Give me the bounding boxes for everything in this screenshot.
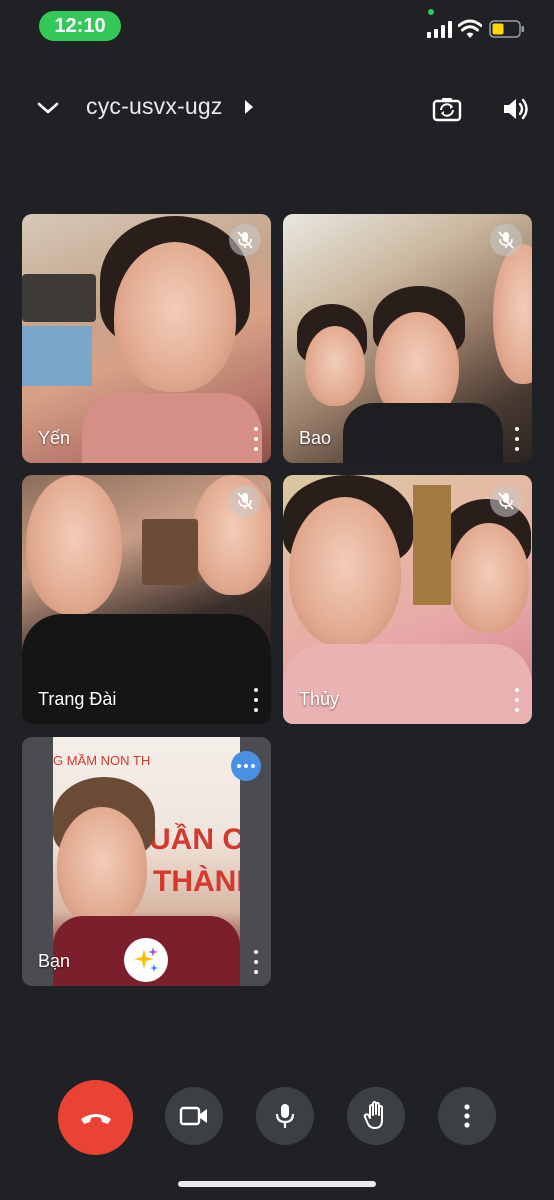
home-indicator[interactable] xyxy=(178,1181,376,1187)
collapse-button[interactable] xyxy=(30,92,66,124)
camera-button[interactable] xyxy=(165,1087,223,1145)
participant-name: Yến xyxy=(38,428,71,448)
speaker-icon xyxy=(504,98,528,120)
participant-more-button[interactable] xyxy=(249,950,263,974)
raise-hand-icon xyxy=(363,1101,383,1129)
video-camera-icon xyxy=(179,1106,207,1126)
status-time: 12:10 xyxy=(39,11,121,41)
end-call-icon xyxy=(80,1113,111,1124)
participant-name: Bao xyxy=(299,428,332,448)
privacy-indicator-dot xyxy=(428,9,434,15)
participant-more-button[interactable] xyxy=(510,427,524,451)
audio-output-button[interactable] xyxy=(497,90,535,128)
participant-more-button[interactable] xyxy=(249,427,263,451)
muted-indicator xyxy=(229,485,261,517)
poster-text: G MẦM NON TH xyxy=(53,753,151,768)
muted-indicator xyxy=(490,485,522,517)
participant-more-button[interactable] xyxy=(249,688,263,712)
effects-button[interactable] xyxy=(124,938,168,982)
status-bar: 12:10 xyxy=(0,0,554,52)
meeting-header: cyc-usvx-ugz xyxy=(0,80,554,136)
mic-off-icon xyxy=(237,231,253,249)
more-options-button[interactable] xyxy=(438,1087,496,1145)
participant-name: Bạn xyxy=(38,951,71,971)
mic-off-icon xyxy=(498,231,514,249)
switch-camera-button[interactable] xyxy=(428,90,466,128)
switch-camera-icon xyxy=(432,98,462,122)
mic-off-icon xyxy=(498,492,514,510)
raise-hand-button[interactable] xyxy=(347,1087,405,1145)
participant-tile[interactable]: Bao xyxy=(283,214,532,463)
participant-name: Trang Đài xyxy=(38,689,117,709)
participant-tile[interactable]: Yến xyxy=(22,214,271,463)
wifi-icon xyxy=(458,19,482,38)
sparkle-icon xyxy=(134,947,158,972)
self-options-button[interactable] xyxy=(231,751,261,781)
signal-icon xyxy=(427,21,452,38)
muted-indicator xyxy=(229,224,261,256)
end-call-button[interactable] xyxy=(58,1080,133,1155)
participant-tile[interactable]: Trang Đài xyxy=(22,475,271,724)
chevron-down-icon xyxy=(37,102,59,114)
participant-tile[interactable]: Thủy xyxy=(283,475,532,724)
mic-off-icon xyxy=(237,492,253,510)
call-controls xyxy=(0,1080,554,1156)
participant-name: Thủy xyxy=(299,689,340,709)
microphone-button[interactable] xyxy=(256,1087,314,1145)
microphone-icon xyxy=(275,1104,295,1128)
participant-more-button[interactable] xyxy=(510,688,524,712)
meeting-code[interactable]: cyc-usvx-ugz xyxy=(86,93,223,120)
battery-icon xyxy=(489,20,524,38)
poster-text: THÀNH xyxy=(153,865,240,898)
poster-text: UẦN C xyxy=(149,823,240,856)
muted-indicator xyxy=(490,224,522,256)
caret-right-icon[interactable] xyxy=(243,99,255,115)
more-vertical-icon xyxy=(464,1104,470,1128)
self-view-tile[interactable]: G MẦM NON TH UẦN C THÀNH Bạn xyxy=(22,737,271,986)
